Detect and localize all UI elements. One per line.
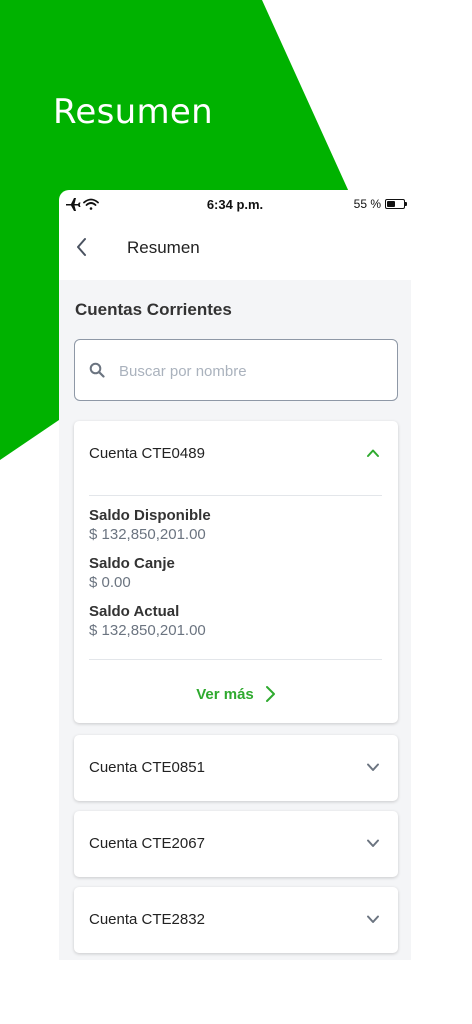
search-box bbox=[74, 339, 398, 401]
field-label-saldo-actual: Saldo Actual bbox=[89, 603, 180, 620]
account-header[interactable]: Cuenta CTE0851 bbox=[74, 735, 398, 801]
battery-icon bbox=[385, 199, 407, 209]
battery-level bbox=[387, 201, 395, 207]
account-header[interactable]: Cuenta CTE2067 bbox=[74, 811, 398, 877]
account-card-expanded: Cuenta CTE0489 Saldo Disponible $ 132,85… bbox=[74, 421, 398, 723]
account-card[interactable]: Cuenta CTE2067 bbox=[74, 811, 398, 877]
battery-status: 55 % bbox=[353, 197, 407, 211]
field-value-saldo-disponible: $ 132,850,201.00 bbox=[89, 526, 206, 543]
field-label-saldo-canje: Saldo Canje bbox=[89, 555, 175, 572]
divider bbox=[89, 659, 382, 660]
account-title: Cuenta CTE0489 bbox=[89, 445, 205, 462]
account-title: Cuenta CTE2832 bbox=[89, 911, 205, 928]
status-bar: 6:34 p.m. 55 % bbox=[59, 190, 411, 220]
divider bbox=[89, 495, 382, 496]
ver-mas-label: Ver más bbox=[196, 685, 254, 703]
chevron-up-icon[interactable] bbox=[366, 446, 380, 460]
account-header[interactable]: Cuenta CTE2832 bbox=[74, 887, 398, 953]
field-label-saldo-disponible: Saldo Disponible bbox=[89, 507, 211, 524]
chevron-left-icon[interactable] bbox=[71, 236, 93, 258]
navigation-bar: Resumen bbox=[59, 224, 411, 274]
field-value-saldo-actual: $ 132,850,201.00 bbox=[89, 622, 206, 639]
nav-title: Resumen bbox=[127, 238, 200, 257]
chevron-down-icon[interactable] bbox=[366, 836, 380, 850]
account-header[interactable]: Cuenta CTE0489 bbox=[74, 421, 398, 487]
phone-screen: 6:34 p.m. 55 % Resumen Cuentas Corriente… bbox=[59, 190, 411, 960]
search-input[interactable] bbox=[119, 359, 379, 383]
field-value-saldo-canje: $ 0.00 bbox=[89, 574, 131, 591]
ver-mas-link[interactable]: Ver más bbox=[74, 685, 398, 704]
search-icon bbox=[89, 362, 105, 378]
account-card[interactable]: Cuenta CTE0851 bbox=[74, 735, 398, 801]
account-title: Cuenta CTE0851 bbox=[89, 759, 205, 776]
chevron-right-icon bbox=[265, 686, 275, 702]
chevron-down-icon[interactable] bbox=[366, 760, 380, 774]
account-card[interactable]: Cuenta CTE2832 bbox=[74, 887, 398, 953]
account-title: Cuenta CTE2067 bbox=[89, 835, 205, 852]
accounts-content: Cuentas Corrientes Cuenta CTE0489 Saldo … bbox=[59, 280, 411, 960]
section-title: Cuentas Corrientes bbox=[75, 300, 232, 319]
chevron-down-icon[interactable] bbox=[366, 912, 380, 926]
battery-percent: 55 % bbox=[353, 197, 381, 211]
hero-title: Resumen bbox=[53, 92, 213, 132]
